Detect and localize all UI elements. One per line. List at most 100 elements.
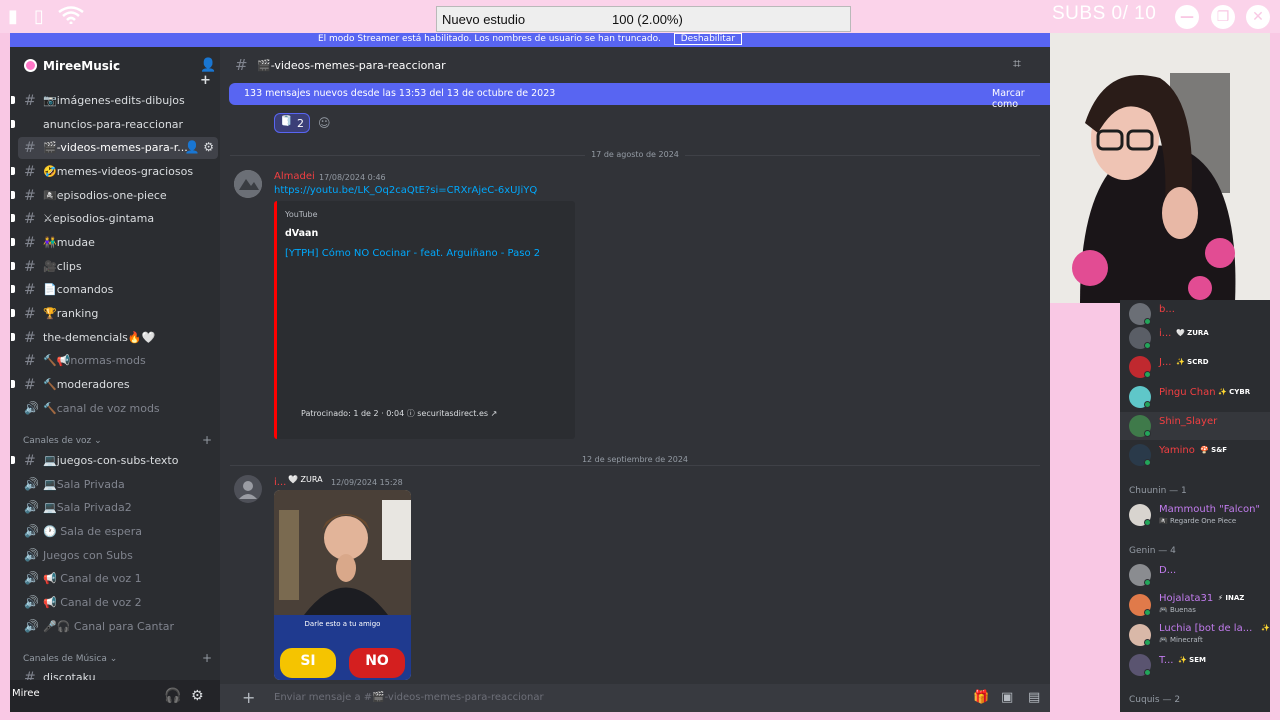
channel-item[interactable]: anuncios-para-reaccionar [10,114,220,136]
member-name: J... [1159,357,1172,368]
new-messages-bar[interactable]: 133 mensajes nuevos desde las 13:53 del … [229,83,1050,110]
channel-label: 💻Sala Privada [43,478,125,491]
voice-channel-item[interactable]: 🔊 💻Sala Privada [10,474,220,496]
close-icon: ✕ [1246,5,1270,29]
hash-icon: # [24,93,36,109]
member-name: b... [1159,304,1175,315]
member-item[interactable]: J... ✨ SCRD [1120,353,1270,381]
channel-item[interactable]: # 📄comandos [10,279,220,301]
voice-channel-item[interactable]: 🔊 Juegos con Subs [10,545,220,567]
channel-label: 📢 Canal de voz 1 [43,572,142,585]
channel-item[interactable]: # 👫mudae [10,232,220,254]
member-name: Shin_Slayer [1159,416,1218,427]
embed-author[interactable]: dVaan [285,228,318,239]
voice-category-header[interactable]: Canales de voz ⌄ [23,436,102,446]
hash-icon: # [24,235,36,251]
hash-icon: # [235,56,248,74]
gif-icon[interactable]: ▣ [1001,690,1013,705]
member-item[interactable]: Pingu Chan ✨ CYBR [1120,383,1270,411]
add-reaction-icon[interactable]: ☺ [318,116,331,130]
member-item[interactable]: Shin_Slayer [1120,412,1270,440]
speaker-icon: 🔊 [24,548,39,562]
voice-channel-item[interactable]: 🔊 🎤🎧 Canal para Cantar [10,616,220,638]
threads-icon[interactable]: ⌗ [1013,56,1021,72]
server-header[interactable]: MireeMusic ⌄ 👤+ [10,47,220,88]
online-status-icon [1144,459,1151,466]
new-messages-text: 133 mensajes nuevos desde las 13:53 del … [244,88,556,99]
gift-icon[interactable]: 🎁 [973,690,989,705]
message-author[interactable]: Almadei [274,171,315,182]
member-tag: ✨ CYBR [1218,388,1251,396]
channel-item[interactable]: # 🔨📢normas-mods [10,350,220,372]
music-category-header[interactable]: Canales de Música ⌄ [23,654,117,664]
channel-item[interactable]: # 🔨moderadores [10,374,220,396]
channel-item-selected[interactable]: # 🎬-videos-memes-para-r... 👤 ⚙ [18,137,218,159]
mark-as-read-button[interactable]: Marcar como [992,88,1050,110]
online-status-icon [1144,669,1151,676]
channel-item[interactable]: # 🏆ranking [10,303,220,325]
unread-indicator [11,238,15,246]
speaker-icon: 🔊 [24,595,39,609]
add-channel-icon[interactable]: + [202,651,212,665]
channel-item[interactable]: # 🎥clips [10,256,220,278]
member-item[interactable]: Hojalata31 ⚡ INAZ 🎮 Buenas [1120,591,1270,619]
channel-item[interactable]: # the-demencials🔥🤍 [10,327,220,349]
member-status: 🎮 Minecraft [1159,636,1203,644]
message-link[interactable]: https://youtu.be/LK_Oq2caQtE?si=CRXrAjeC… [274,185,537,196]
voice-channel-item[interactable]: 🔊 📢 Canal de voz 2 [10,592,220,614]
channel-item[interactable]: # 📷imágenes-edits-dibujos [10,90,220,112]
channel-item[interactable]: # ⚔episodios-gintama [10,208,220,230]
voice-channel-item[interactable]: 🔊 🔨canal de voz mods [10,398,220,420]
image-no-label: NO [349,648,405,678]
member-item[interactable]: D... [1120,561,1270,589]
voice-channel-item[interactable]: 🔊 📢 Canal de voz 1 [10,568,220,590]
embed-title-link[interactable]: [YTPH] Cómo NO Cocinar - feat. Arguiñano… [285,248,540,259]
goal-progress: 100 (2.00%) [612,12,683,27]
channel-label: 🤣memes-videos-graciosos [43,165,194,178]
hash-icon: # [24,453,36,469]
voice-channel-item[interactable]: 🔊 🕐 Sala de espera [10,521,220,543]
channel-label: 🕐 Sala de espera [43,525,142,538]
member-status: 🎮 Buenas [1159,606,1196,614]
minimize-icon: — [1175,5,1199,29]
channel-item[interactable]: # 💻juegos-con-subs-texto [10,450,220,472]
message-author[interactable]: i... [274,477,286,488]
headphones-icon[interactable]: 🎧 [164,688,181,704]
avatar[interactable] [234,475,262,503]
member-item[interactable]: Mammouth "Falcon" 🏴‍☠️ Regarde One Piece [1120,501,1270,529]
message-input-placeholder[interactable]: Enviar mensaje a #🎬-videos-memes-para-re… [274,692,544,703]
hash-icon: # [24,282,36,298]
channel-item[interactable]: # 🏴‍☠️episodios-one-piece [10,185,220,207]
channel-label: 🎬-videos-memes-para-r... [43,141,188,154]
message-image[interactable]: Darle esto a tu amigo SI NO [274,490,411,680]
user-panel: Miree 🎧 ⚙ [10,680,220,712]
message-timestamp: 12/09/2024 15:28 [331,478,403,487]
avatar[interactable] [234,170,262,198]
sticker-icon[interactable]: ▤ [1028,690,1040,705]
attach-plus-icon[interactable]: + [242,688,255,707]
channel-item[interactable]: # 🤣memes-videos-graciosos [10,161,220,183]
member-item[interactable]: Luchia [bot de la... ✨ F 🎮 Minecraft [1120,621,1270,649]
member-category-header: Genin — 4 [1129,546,1176,556]
add-member-icon[interactable]: 👤+ [200,58,220,88]
chevron-down-icon: ⌄ [112,59,120,69]
member-name: Hojalata31 [1159,593,1214,604]
channel-settings-icon[interactable]: 👤 ⚙ [184,140,214,154]
message-input-bar[interactable]: + Enviar mensaje a #🎬-videos-memes-para-… [220,684,1050,712]
disable-streamer-button[interactable]: Deshabilitar [673,33,743,45]
channel-label: 🔨moderadores [43,378,130,391]
date-divider-line [230,465,1040,466]
channel-label: ⚔episodios-gintama [43,212,155,225]
server-icon [24,59,37,72]
member-item[interactable]: i... 🤍 ZURA [1120,324,1270,352]
member-item[interactable]: T... ✨ SEM [1120,651,1270,679]
add-channel-icon[interactable]: + [202,433,212,447]
member-item[interactable]: Yamino 🍄 S&F [1120,441,1270,469]
embed-video-info: Patrocinado: 1 de 2 · 0:04 ⓘ securitasdi… [301,409,498,418]
channel-label: 🔨canal de voz mods [43,402,160,415]
gear-icon[interactable]: ⚙ [191,688,204,704]
voice-channel-item[interactable]: 🔊 💻Sala Privada2 [10,497,220,519]
reaction-pill[interactable]: 🧻 2 [274,113,310,133]
stream-overlay-bar: ▮ ▯ Nuevo estudio 100 (2.00%) SUBS 0/ 10… [0,0,1280,33]
member-category-header: Cuquis — 2 [1129,695,1181,705]
